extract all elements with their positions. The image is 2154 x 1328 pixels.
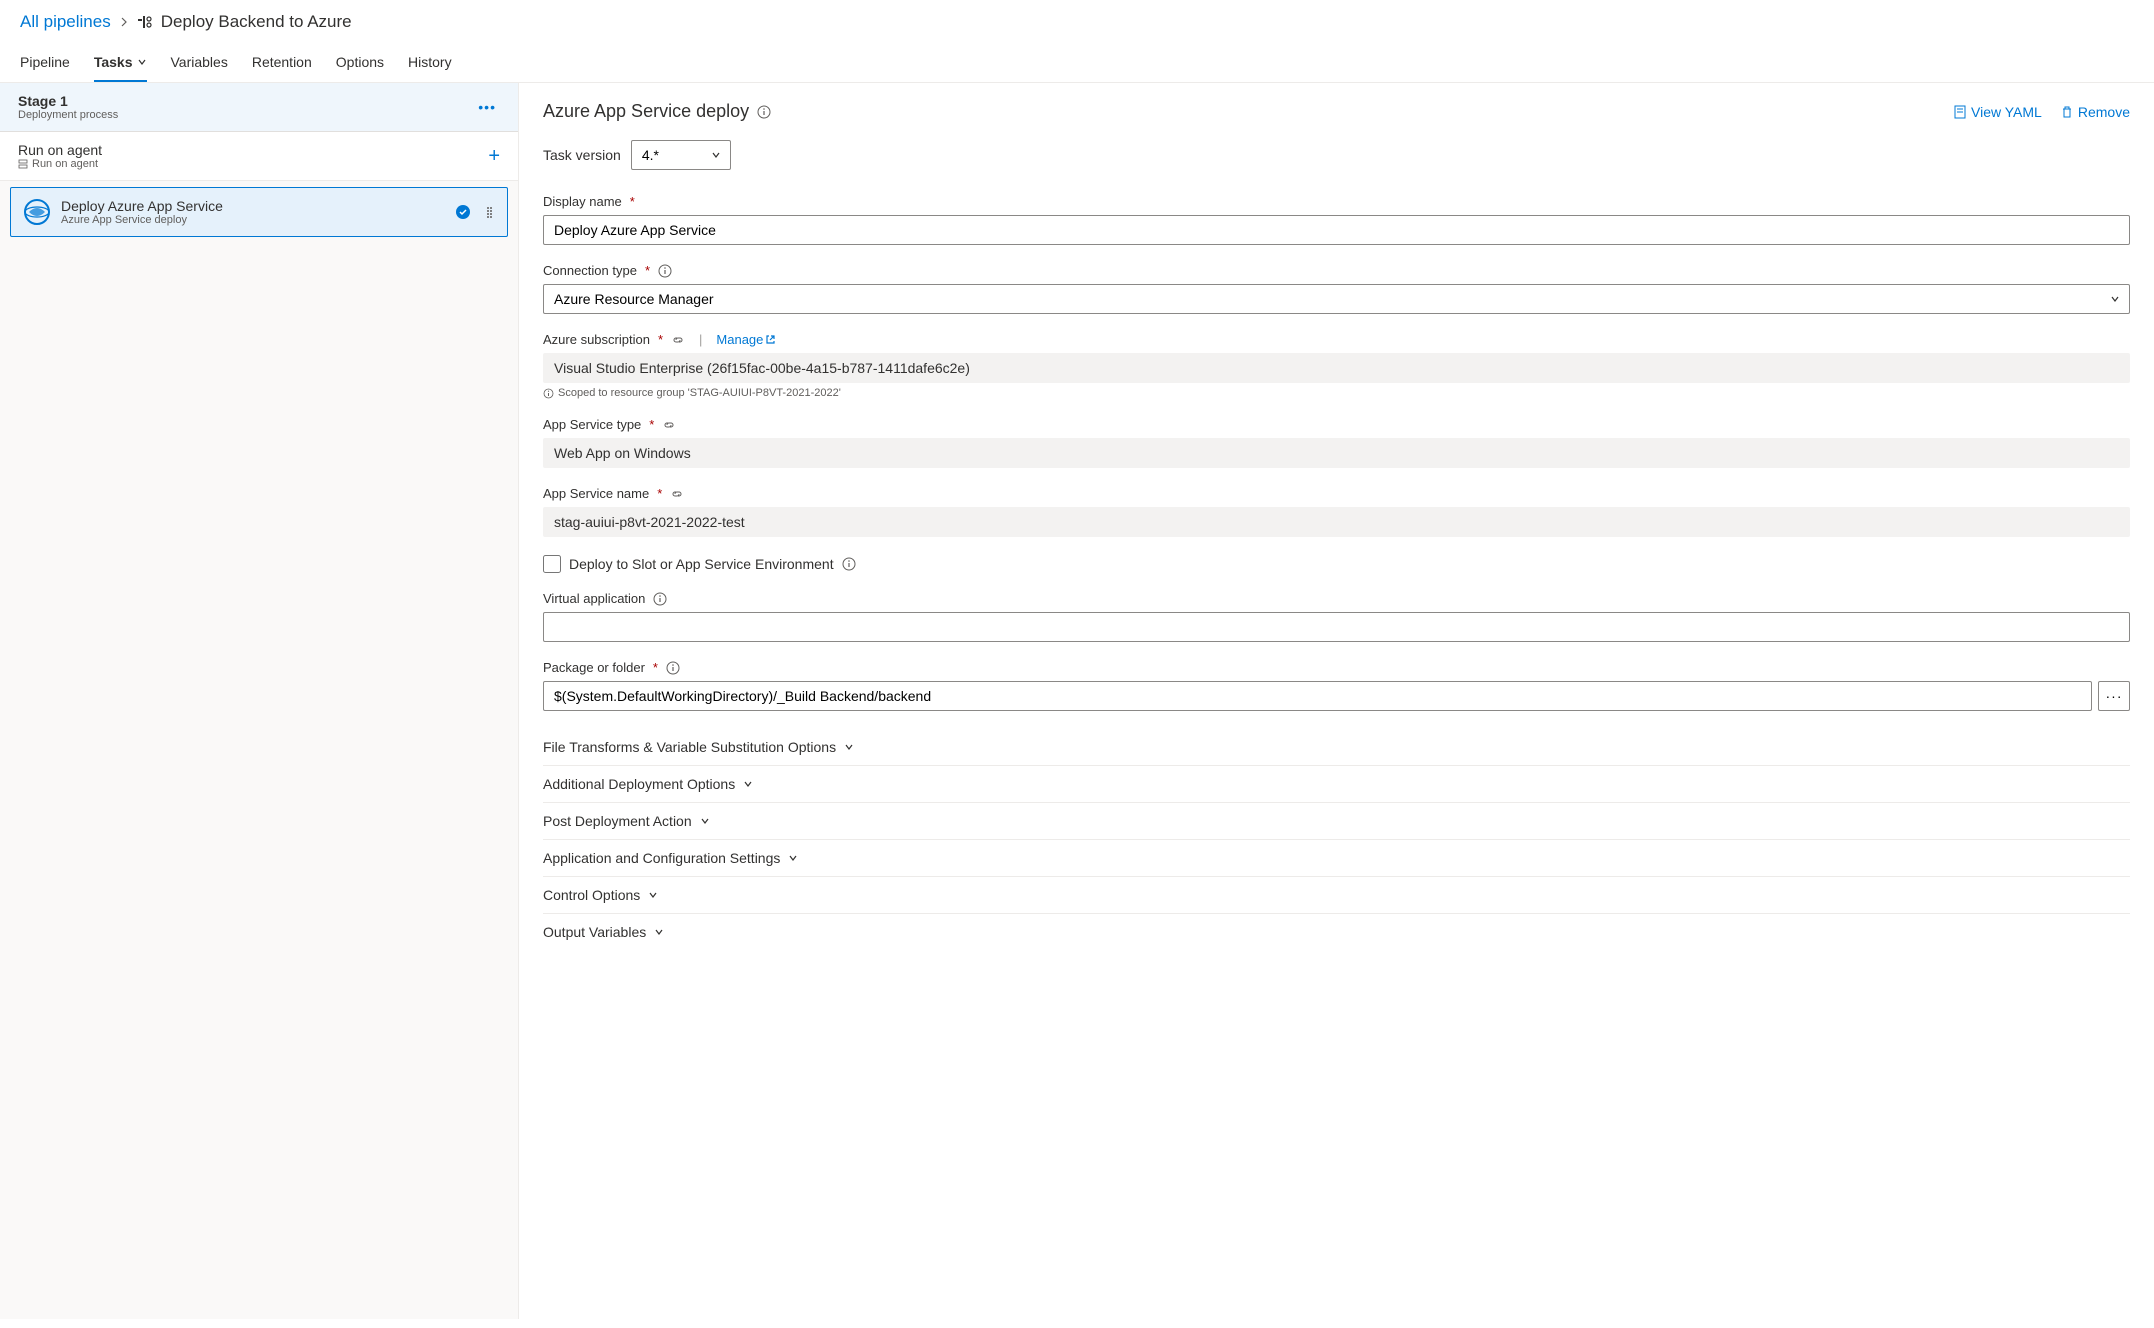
info-icon[interactable] bbox=[757, 105, 771, 119]
divider: | bbox=[693, 332, 708, 347]
chevron-right-icon bbox=[119, 17, 129, 27]
app-service-name-label: App Service name bbox=[543, 486, 649, 501]
virtual-app-input[interactable] bbox=[543, 612, 2130, 642]
drag-handle-icon[interactable] bbox=[487, 207, 495, 218]
stage-name: Stage 1 bbox=[18, 93, 118, 109]
external-link-icon bbox=[765, 334, 776, 345]
connection-type-select[interactable] bbox=[543, 284, 2130, 314]
add-task-button[interactable]: + bbox=[488, 145, 500, 168]
stage-subtitle: Deployment process bbox=[18, 109, 118, 121]
chevron-down-icon bbox=[648, 890, 658, 900]
connection-type-label: Connection type bbox=[543, 263, 637, 278]
section-post-deployment[interactable]: Post Deployment Action bbox=[543, 803, 2130, 840]
section-control-options[interactable]: Control Options bbox=[543, 877, 2130, 914]
section-output-variables[interactable]: Output Variables bbox=[543, 914, 2130, 950]
link-icon[interactable] bbox=[670, 487, 684, 501]
stage-more-button[interactable]: ••• bbox=[474, 97, 500, 117]
deploy-to-slot-label: Deploy to Slot or App Service Environmen… bbox=[569, 556, 834, 572]
yaml-icon bbox=[1953, 105, 1967, 119]
info-icon[interactable] bbox=[842, 557, 856, 571]
chevron-down-icon bbox=[700, 816, 710, 826]
task-row-deploy-app-service[interactable]: Deploy Azure App Service Azure App Servi… bbox=[10, 187, 508, 237]
breadcrumb-root-link[interactable]: All pipelines bbox=[20, 12, 111, 32]
breadcrumb-current: Deploy Backend to Azure bbox=[161, 12, 352, 32]
view-yaml-button[interactable]: View YAML bbox=[1953, 104, 2042, 120]
remove-button[interactable]: Remove bbox=[2060, 104, 2130, 120]
chevron-down-icon bbox=[137, 57, 147, 67]
chevron-down-icon bbox=[654, 927, 664, 937]
server-icon bbox=[18, 159, 28, 169]
stage-header[interactable]: Stage 1 Deployment process ••• bbox=[0, 83, 518, 132]
task-title: Deploy Azure App Service bbox=[61, 198, 445, 214]
app-service-type-input[interactable] bbox=[543, 438, 2130, 468]
left-panel: Stage 1 Deployment process ••• Run on ag… bbox=[0, 83, 519, 1319]
check-circle-icon bbox=[455, 204, 471, 220]
link-icon[interactable] bbox=[662, 418, 676, 432]
subscription-helper: Scoped to resource group 'STAG-AUIUI-P8V… bbox=[543, 387, 2130, 399]
section-additional-deployment[interactable]: Additional Deployment Options bbox=[543, 766, 2130, 803]
trash-icon bbox=[2060, 105, 2074, 119]
display-name-input[interactable] bbox=[543, 215, 2130, 245]
info-icon[interactable] bbox=[666, 661, 680, 675]
task-version-select[interactable] bbox=[631, 140, 731, 170]
task-subtitle: Azure App Service deploy bbox=[61, 214, 445, 226]
info-icon[interactable] bbox=[658, 264, 672, 278]
section-app-config[interactable]: Application and Configuration Settings bbox=[543, 840, 2130, 877]
deploy-to-slot-checkbox[interactable] bbox=[543, 555, 561, 573]
display-name-label: Display name bbox=[543, 194, 622, 209]
tab-retention[interactable]: Retention bbox=[252, 44, 312, 82]
right-panel: Azure App Service deploy View YAML Remov… bbox=[519, 83, 2154, 1319]
subscription-input[interactable] bbox=[543, 353, 2130, 383]
subscription-label: Azure subscription bbox=[543, 332, 650, 347]
virtual-app-label: Virtual application bbox=[543, 591, 645, 606]
info-icon[interactable] bbox=[653, 592, 667, 606]
tab-tasks[interactable]: Tasks bbox=[94, 44, 147, 82]
app-service-type-label: App Service type bbox=[543, 417, 641, 432]
package-input[interactable] bbox=[543, 681, 2092, 711]
chevron-down-icon bbox=[844, 742, 854, 752]
section-file-transforms[interactable]: File Transforms & Variable Substitution … bbox=[543, 729, 2130, 766]
agent-subtitle: Run on agent bbox=[18, 158, 102, 170]
browse-button[interactable]: ··· bbox=[2098, 681, 2130, 711]
tab-options[interactable]: Options bbox=[336, 44, 384, 82]
tab-variables[interactable]: Variables bbox=[171, 44, 228, 82]
tabs-bar: Pipeline Tasks Variables Retention Optio… bbox=[0, 44, 2154, 83]
task-version-label: Task version bbox=[543, 147, 621, 163]
package-label: Package or folder bbox=[543, 660, 645, 675]
manage-subscription-link[interactable]: Manage bbox=[716, 332, 776, 347]
breadcrumb: All pipelines Deploy Backend to Azure bbox=[0, 0, 2154, 44]
agent-title: Run on agent bbox=[18, 142, 102, 158]
tab-history[interactable]: History bbox=[408, 44, 452, 82]
info-icon bbox=[543, 388, 554, 399]
pipeline-icon bbox=[137, 14, 153, 30]
agent-job-row[interactable]: Run on agent Run on agent + bbox=[0, 132, 518, 181]
chevron-down-icon bbox=[788, 853, 798, 863]
tab-tasks-label: Tasks bbox=[94, 54, 133, 70]
azure-app-service-icon bbox=[23, 198, 51, 226]
chevron-down-icon bbox=[743, 779, 753, 789]
app-service-name-input[interactable] bbox=[543, 507, 2130, 537]
panel-title: Azure App Service deploy bbox=[543, 101, 771, 122]
link-icon[interactable] bbox=[671, 333, 685, 347]
tab-pipeline[interactable]: Pipeline bbox=[20, 44, 70, 82]
